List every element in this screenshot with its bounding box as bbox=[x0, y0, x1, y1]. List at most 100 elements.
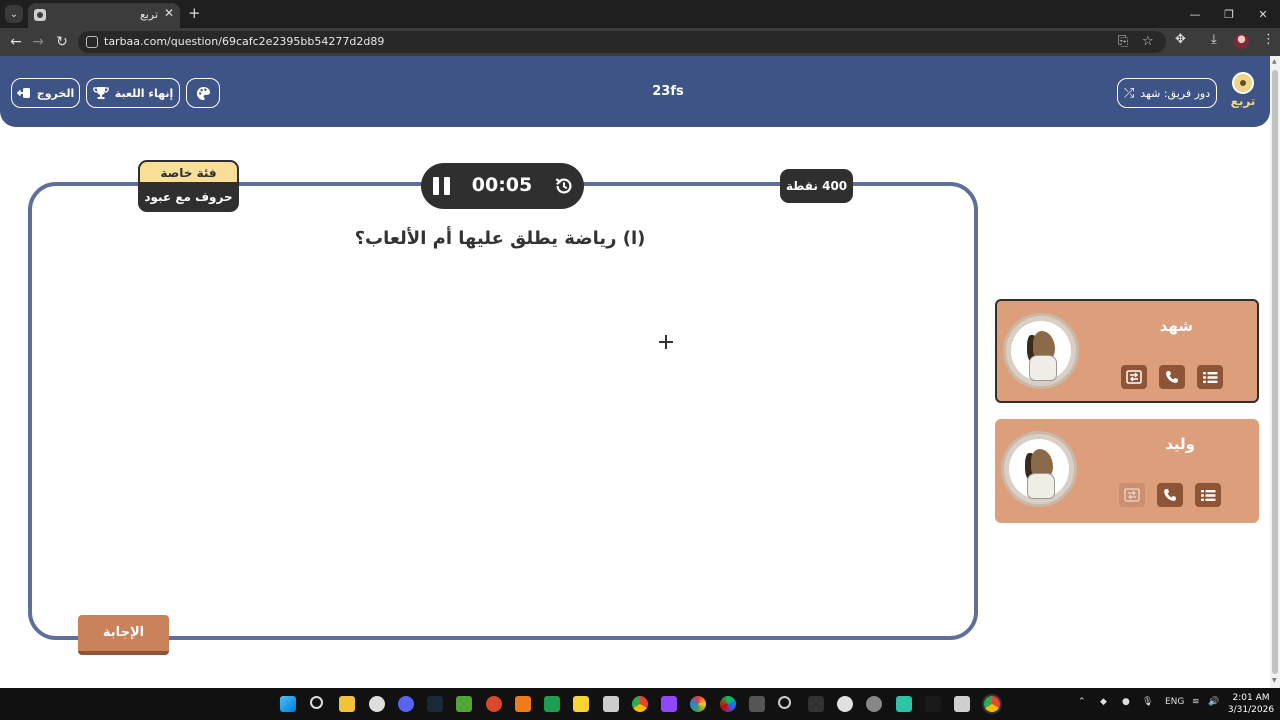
start-menu-icon[interactable] bbox=[280, 696, 296, 712]
horse-icon bbox=[1011, 321, 1071, 381]
app-color-icon[interactable] bbox=[690, 696, 706, 712]
clock-date: 3/31/2026 bbox=[1227, 705, 1275, 715]
team-turn-button[interactable]: دور فريق: شهد ⤮ bbox=[1117, 78, 1217, 108]
download-icon[interactable]: ⤓ bbox=[1211, 32, 1217, 47]
team-name: وليد bbox=[1165, 435, 1195, 453]
options-list-button[interactable] bbox=[1197, 365, 1223, 389]
app-bm-icon[interactable] bbox=[603, 696, 619, 712]
question-text: (ا) رياضة يطلق عليها أم الألعاب؟ bbox=[354, 228, 646, 249]
chrome-icon[interactable] bbox=[632, 696, 648, 712]
site-info-icon[interactable] bbox=[86, 36, 98, 48]
call-friend-button[interactable] bbox=[1157, 483, 1183, 507]
volume-icon[interactable]: 🔊 bbox=[1208, 697, 1219, 707]
new-tab-icon[interactable]: + bbox=[188, 4, 201, 22]
answer-button[interactable]: الإجابة bbox=[78, 615, 169, 655]
call-friend-button[interactable] bbox=[1159, 365, 1185, 389]
question-board bbox=[28, 182, 978, 640]
shuffle-icon: ⤮ bbox=[1123, 85, 1135, 101]
file-explorer-icon[interactable] bbox=[339, 696, 355, 712]
restore-icon[interactable]: ❐ bbox=[1212, 0, 1246, 28]
game-page: الخروج إنهاء اللعبة 23fs دور فريق: شهد ⤮… bbox=[0, 56, 1270, 688]
tray-expand-icon[interactable]: ⌃ bbox=[1078, 697, 1086, 707]
timer: 00:05 bbox=[421, 163, 584, 209]
tray-app-2-icon[interactable]: ● bbox=[1122, 697, 1130, 707]
app-yellow-icon[interactable] bbox=[573, 696, 589, 712]
app-panda-icon[interactable] bbox=[837, 696, 853, 712]
options-list-button[interactable] bbox=[1195, 483, 1221, 507]
back-icon[interactable]: ← bbox=[6, 32, 26, 52]
app-green-icon[interactable] bbox=[896, 696, 912, 712]
steelseries-icon[interactable] bbox=[369, 696, 385, 712]
team-tools bbox=[1119, 483, 1221, 507]
timer-value: 00:05 bbox=[471, 174, 533, 196]
swap-icon bbox=[1126, 370, 1142, 384]
scroll-up-icon[interactable]: ▲ bbox=[1272, 59, 1278, 65]
twitch-icon[interactable] bbox=[661, 696, 677, 712]
app-a-icon[interactable] bbox=[515, 696, 531, 712]
pause-icon[interactable] bbox=[433, 177, 450, 195]
end-game-button[interactable]: إنهاء اللعبة bbox=[86, 78, 180, 108]
tarbaa-logo[interactable]: تربع bbox=[1228, 72, 1258, 112]
chrome-active-icon[interactable] bbox=[984, 696, 1000, 712]
swap-tool-button[interactable] bbox=[1121, 365, 1147, 389]
steam-icon[interactable] bbox=[427, 696, 443, 712]
tab-favicon-icon bbox=[34, 9, 46, 21]
list-icon bbox=[1200, 489, 1215, 501]
app-dark-icon[interactable] bbox=[925, 696, 941, 712]
clock-time: 2:01 AM bbox=[1232, 693, 1270, 703]
discord-icon[interactable] bbox=[398, 696, 414, 712]
reset-timer-icon[interactable] bbox=[553, 175, 575, 197]
team-card-2[interactable]: وليد bbox=[995, 419, 1259, 523]
search-icon[interactable] bbox=[310, 696, 323, 709]
url-omnibox[interactable]: tarbaa.com/question/69cafc2e2395bb54277d… bbox=[78, 31, 1166, 53]
microphone-icon[interactable]: 🎙 bbox=[1142, 697, 1153, 707]
wifi-icon[interactable]: ≋ bbox=[1192, 697, 1200, 707]
end-game-button-label: إنهاء اللعبة bbox=[114, 86, 174, 100]
app-s-icon[interactable] bbox=[544, 696, 560, 712]
mail-icon[interactable] bbox=[954, 696, 970, 712]
page-scrollbar[interactable]: ▲ ▼ bbox=[1270, 56, 1280, 688]
exit-button-label: الخروج bbox=[36, 86, 75, 100]
logo-text: تربع bbox=[1230, 94, 1256, 108]
browser-address-bar: ← → ↻ tarbaa.com/question/69cafc2e2395bb… bbox=[0, 28, 1280, 56]
browser-tab[interactable]: تربع ✕ bbox=[28, 3, 180, 28]
tray-app-icon[interactable]: ◆ bbox=[1100, 697, 1107, 707]
speedometer-icon[interactable] bbox=[778, 696, 791, 709]
scroll-down-icon[interactable]: ▼ bbox=[1272, 678, 1278, 684]
team-avatar bbox=[1001, 431, 1077, 507]
logo-emblem-icon bbox=[1232, 72, 1254, 94]
category-tag: فئة خاصة حروف مع عبود bbox=[138, 160, 239, 212]
tiktok-icon[interactable] bbox=[808, 696, 824, 712]
close-tab-icon[interactable]: ✕ bbox=[164, 6, 174, 20]
game-name: 23fs bbox=[652, 84, 684, 99]
taskbar-clock[interactable]: 2:01 AM 3/31/2026 bbox=[1226, 692, 1276, 716]
minecraft-icon[interactable] bbox=[456, 696, 472, 712]
bookmark-star-icon[interactable]: ☆ bbox=[1142, 34, 1154, 49]
swap-icon bbox=[1124, 488, 1140, 502]
team-tools bbox=[1121, 365, 1223, 389]
forward-icon[interactable]: → bbox=[28, 32, 48, 52]
browser-menu-icon[interactable]: ⋮ bbox=[1262, 32, 1275, 47]
app-round-icon[interactable] bbox=[866, 696, 882, 712]
exit-icon bbox=[16, 88, 30, 98]
game-header: الخروج إنهاء اللعبة 23fs دور فريق: شهد ⤮… bbox=[0, 56, 1270, 127]
extensions-icon[interactable]: ✥ bbox=[1175, 32, 1186, 47]
ea-app-icon[interactable] bbox=[486, 696, 502, 712]
theme-palette-button[interactable] bbox=[186, 78, 220, 108]
language-indicator[interactable]: ENG bbox=[1165, 697, 1184, 707]
team-card-1[interactable]: شهد bbox=[995, 299, 1259, 403]
url-text[interactable]: tarbaa.com/question/69cafc2e2395bb54277d… bbox=[104, 35, 384, 48]
reload-icon[interactable]: ↻ bbox=[52, 32, 72, 52]
app-gray-icon[interactable] bbox=[749, 696, 765, 712]
exit-button[interactable]: الخروج bbox=[11, 78, 80, 108]
profile-avatar-icon[interactable] bbox=[1234, 34, 1249, 49]
minimize-icon[interactable]: — bbox=[1178, 0, 1212, 28]
app-wheel-icon[interactable] bbox=[720, 696, 736, 712]
scroll-thumb[interactable] bbox=[1272, 70, 1278, 674]
swap-tool-button[interactable] bbox=[1119, 483, 1145, 507]
install-app-icon[interactable]: ⎘ bbox=[1118, 34, 1128, 49]
tab-title: تربع bbox=[139, 8, 158, 21]
close-window-icon[interactable]: ✕ bbox=[1246, 0, 1280, 28]
tab-search-icon[interactable]: ⌄ bbox=[5, 5, 23, 23]
category-name: حروف مع عبود bbox=[138, 182, 239, 212]
